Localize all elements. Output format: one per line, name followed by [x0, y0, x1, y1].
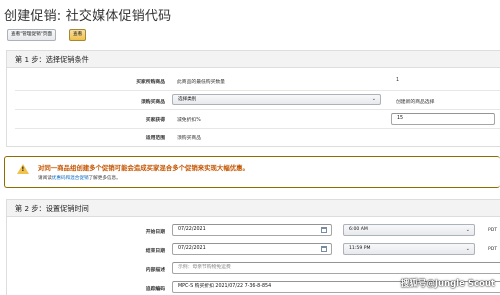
condition-row-required-item: 须购买商品 选择类别 ⌄ 创建新的商品选择	[7, 93, 500, 108]
row-label: 买家获得	[145, 118, 165, 123]
start-date-value: 07/22/2021	[178, 227, 206, 232]
start-timezone: PDT	[488, 228, 498, 233]
warning-icon-mark: !	[21, 166, 25, 173]
row-label: 须购买商品	[141, 100, 165, 105]
start-time-value: 6:00 AM	[349, 227, 368, 232]
alert-body: 请阅读优惠码和混合促销了解更多信息。	[38, 175, 121, 181]
chevron-down-icon: ⌄	[371, 96, 376, 102]
row-label: 追踪编码	[145, 287, 165, 292]
step1-heading: 第 1 步：选择促销条件	[7, 51, 500, 68]
divider	[15, 109, 500, 110]
end-date-value: 07/22/2021	[178, 246, 206, 251]
internal-description-row: 内部描述 示例：母亲节购物免运费	[7, 261, 500, 276]
row-value: 减免折扣%	[177, 118, 201, 123]
alert-body-prefix: 请阅读	[38, 176, 52, 181]
internal-description-placeholder: 示例：母亲节购物免运费	[178, 265, 231, 270]
divider	[15, 90, 500, 91]
query-button[interactable]: 查看	[69, 29, 87, 41]
calendar-icon[interactable]	[321, 246, 327, 252]
chevron-down-icon: ⌄	[465, 246, 470, 252]
end-date-row: 结束日期 07/22/2021 11:59 PM ⌄ PDT	[7, 242, 500, 257]
condition-row-applies-to: 适用范围 须购买商品	[7, 129, 500, 144]
row-label: 结束日期	[145, 249, 165, 254]
row-label: 内部描述	[145, 268, 165, 273]
alert-body-suffix: 了解更多信息。	[88, 176, 121, 181]
category-select-value: 选择类别	[178, 97, 197, 102]
end-date-input[interactable]: 07/22/2021	[172, 243, 332, 255]
start-date-row: 开始日期 07/22/2021 6:00 AM ⌄ PDT	[7, 223, 500, 238]
start-time-select[interactable]: 6:00 AM ⌄	[343, 224, 475, 236]
promo-combination-link[interactable]: 优惠码和混合促销	[52, 176, 89, 181]
calendar-icon[interactable]	[321, 227, 327, 233]
step1-section: 第 1 步：选择促销条件 买家所购商品 此商品的最低购买数量 1 须购买商品 选…	[6, 50, 500, 147]
create-selection-link[interactable]: 创建新的商品选择	[396, 98, 434, 105]
watermark: 搜狐号@Jungle Scout	[400, 279, 495, 289]
discount-percent-input[interactable]: 15	[391, 113, 495, 125]
row-label: 买家所购商品	[136, 80, 165, 85]
condition-row-min-qty: 买家所购商品 此商品的最低购买数量 1	[7, 73, 500, 88]
condition-row-buyer-gets: 买家获得 减免折扣% 15	[7, 111, 500, 126]
internal-description-input[interactable]: 示例：母亲节购物免运费	[172, 262, 500, 274]
alert-title: 对同一商品组创建多个促销可能会造成买家混合多个促销来实现大幅优惠。	[38, 164, 249, 172]
page-title: 创建促销: 社交媒体促销代码	[4, 9, 172, 24]
end-timezone: PDT	[488, 247, 498, 252]
row-label: 适用范围	[145, 136, 165, 141]
step2-heading: 第 2 步：设置促销时间	[7, 200, 500, 217]
tracking-code-value: MPC-S 购买折扣 2021/07/22 7-36-8-854	[178, 284, 272, 289]
category-select[interactable]: 选择类别 ⌄	[172, 94, 381, 105]
min-qty-value: 1	[396, 78, 400, 83]
row-value: 此商品的最低购买数量	[177, 80, 225, 85]
end-time-select[interactable]: 11:59 PM ⌄	[343, 243, 475, 255]
end-time-value: 11:59 PM	[349, 246, 371, 251]
discount-percent-value: 15	[397, 116, 404, 121]
row-label: 开始日期	[145, 230, 165, 235]
row-value: 须购买商品	[177, 136, 201, 141]
chevron-down-icon: ⌄	[465, 227, 470, 233]
warning-alert: ! 对同一商品组创建多个促销可能会造成买家混合多个促销来实现大幅优惠。 请阅读优…	[4, 156, 500, 188]
start-date-input[interactable]: 07/22/2021	[172, 224, 332, 236]
view-manage-promotions-button[interactable]: 查看"管理促销"页面	[7, 29, 56, 41]
